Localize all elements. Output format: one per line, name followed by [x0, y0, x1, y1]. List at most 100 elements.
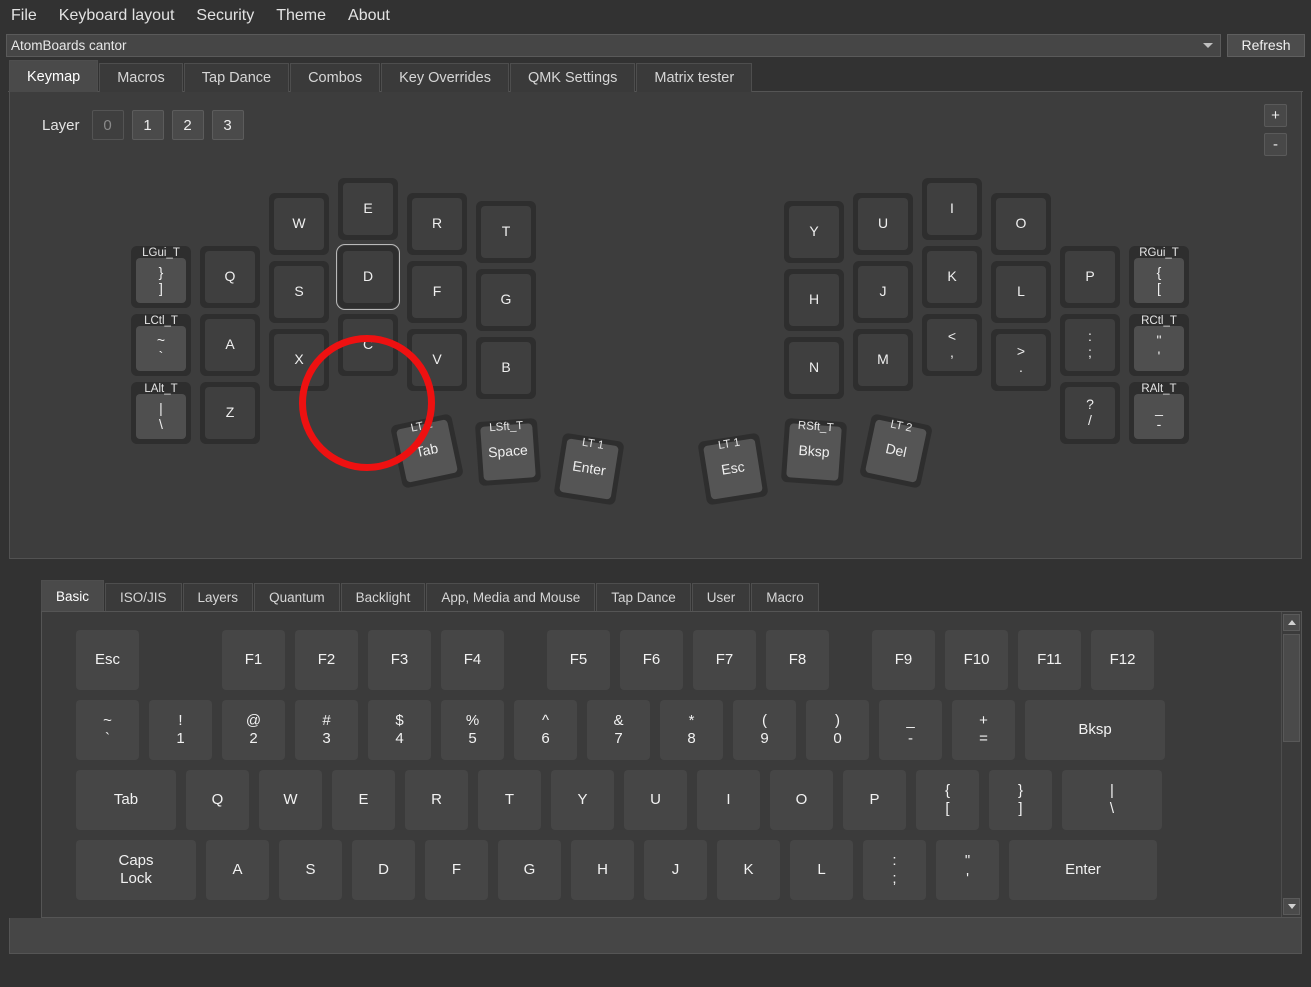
picker-key--3[interactable]: #3 — [295, 700, 358, 760]
tab-matrix-tester[interactable]: Matrix tester — [636, 63, 753, 92]
picker-key--7[interactable]: & 7 — [587, 700, 650, 760]
keycap-rgui_t[interactable]: RGui_T{[ — [1129, 246, 1189, 308]
picker-tab-backlight[interactable]: Backlight — [340, 583, 426, 611]
picker-key-t[interactable]: T — [478, 770, 541, 830]
picker-key-o[interactable]: O — [770, 770, 833, 830]
keycap-w[interactable]: W — [269, 193, 329, 255]
keycap-h[interactable]: H — [784, 269, 844, 331]
picker-key--[interactable]: :; — [863, 840, 926, 900]
picker-key-u[interactable]: U — [624, 770, 687, 830]
keycap-lt1_esc[interactable]: LT 1 Esc — [697, 432, 769, 506]
picker-key--5[interactable]: % 5 — [441, 700, 504, 760]
picker-tab-iso-jis[interactable]: ISO/JIS — [105, 583, 182, 611]
picker-key--1[interactable]: ! 1 — [149, 700, 212, 760]
keycap-lctl_t[interactable]: LCtl_T ~ ` — [131, 314, 191, 376]
keycap-k[interactable]: K — [922, 246, 982, 308]
keycap-p[interactable]: P — [1060, 246, 1120, 308]
keycap-lsft_t_space[interactable]: LSft_T Space — [474, 417, 542, 487]
picker-key--[interactable]: | \ — [1062, 770, 1162, 830]
keycap-rctl_t[interactable]: RCtl_T " ' — [1129, 314, 1189, 376]
picker-key--0[interactable]: ) 0 — [806, 700, 869, 760]
picker-key--[interactable]: + = — [952, 700, 1015, 760]
keycap-comma[interactable]: <, — [922, 314, 982, 376]
scroll-up-button[interactable] — [1283, 614, 1300, 631]
keycap-c[interactable]: C — [338, 314, 398, 376]
picker-key-p[interactable]: P — [843, 770, 906, 830]
picker-key-f[interactable]: F — [425, 840, 488, 900]
keycap-l[interactable]: L — [991, 261, 1051, 323]
menu-item-about[interactable]: About — [347, 5, 391, 27]
keycap-t[interactable]: T — [476, 201, 536, 263]
keycap-o[interactable]: O — [991, 193, 1051, 255]
tab-tap-dance[interactable]: Tap Dance — [183, 63, 290, 92]
picker-key-f11[interactable]: F11 — [1018, 630, 1081, 690]
keycap-f[interactable]: F — [407, 261, 467, 323]
picker-key-s[interactable]: S — [279, 840, 342, 900]
keycap-lt2_del[interactable]: LT 2 Del — [859, 413, 933, 489]
keycap-n[interactable]: N — [784, 337, 844, 399]
keycap-slash[interactable]: ? / — [1060, 382, 1120, 444]
keycap-d[interactable]: D — [336, 244, 400, 310]
tab-qmk-settings[interactable]: QMK Settings — [509, 63, 636, 92]
picker-key--9[interactable]: (9 — [733, 700, 796, 760]
device-combobox[interactable]: AtomBoards cantor — [6, 33, 1221, 57]
menu-item-keyboard-layout[interactable]: Keyboard layout — [58, 5, 176, 27]
picker-key-j[interactable]: J — [644, 840, 707, 900]
keycap-y[interactable]: Y — [784, 201, 844, 263]
picker-key-f7[interactable]: F7 — [693, 630, 756, 690]
picker-tab-tap-dance[interactable]: Tap Dance — [596, 583, 691, 611]
keycap-e[interactable]: E — [338, 178, 398, 240]
keycap-rsft_t_bksp[interactable]: RSft_T Bksp — [780, 417, 848, 487]
picker-key-i[interactable]: I — [697, 770, 760, 830]
keycap-lt1_enter[interactable]: LT 1 Enter — [553, 432, 625, 506]
keycap-i[interactable]: I — [922, 178, 982, 240]
keycap-v[interactable]: V — [407, 329, 467, 391]
keycap-z[interactable]: Z — [200, 382, 260, 444]
picker-key-q[interactable]: Q — [186, 770, 249, 830]
menu-item-file[interactable]: File — [10, 5, 38, 27]
picker-key-f4[interactable]: F4 — [441, 630, 504, 690]
picker-tab-quantum[interactable]: Quantum — [254, 583, 340, 611]
picker-key--8[interactable]: * 8 — [660, 700, 723, 760]
picker-key--4[interactable]: $4 — [368, 700, 431, 760]
keycap-s[interactable]: S — [269, 261, 329, 323]
keycap-ralt_t[interactable]: RAlt_T _ - — [1129, 382, 1189, 444]
menu-item-security[interactable]: Security — [195, 5, 255, 27]
refresh-button[interactable]: Refresh — [1227, 33, 1305, 57]
tab-keymap[interactable]: Keymap — [9, 60, 99, 92]
keycap-dot[interactable]: >. — [991, 329, 1051, 391]
picker-key--[interactable]: }] — [989, 770, 1052, 830]
keycap-lalt_t[interactable]: LAlt_T | \ — [131, 382, 191, 444]
keycap-a[interactable]: A — [200, 314, 260, 376]
picker-key-a[interactable]: A — [206, 840, 269, 900]
scroll-down-button[interactable] — [1283, 898, 1300, 915]
picker-tab-layers[interactable]: Layers — [182, 583, 254, 611]
picker-key-f10[interactable]: F10 — [945, 630, 1008, 690]
picker-key-l[interactable]: L — [790, 840, 853, 900]
picker-key-f6[interactable]: F6 — [620, 630, 683, 690]
tab-combos[interactable]: Combos — [290, 63, 381, 92]
picker-key--[interactable]: ~ ` — [76, 700, 139, 760]
menu-item-theme[interactable]: Theme — [275, 5, 327, 27]
picker-key-enter[interactable]: Enter — [1009, 840, 1157, 900]
key-picker-scrollbar[interactable] — [1281, 612, 1301, 917]
picker-key-r[interactable]: R — [405, 770, 468, 830]
picker-tab-app-media-and-mouse[interactable]: App, Media and Mouse — [426, 583, 596, 611]
scrollbar-track[interactable] — [1283, 631, 1300, 898]
keycap-j[interactable]: J — [853, 261, 913, 323]
keycap-m[interactable]: M — [853, 329, 913, 391]
picker-key--[interactable]: _ - — [879, 700, 942, 760]
tab-macros[interactable]: Macros — [99, 63, 183, 92]
keycap-r[interactable]: R — [407, 193, 467, 255]
picker-key-f12[interactable]: F12 — [1091, 630, 1154, 690]
keycap-q[interactable]: Q — [200, 246, 260, 308]
keycap-g[interactable]: G — [476, 269, 536, 331]
keycap-lgui_t[interactable]: LGui_T}] — [131, 246, 191, 308]
picker-key-k[interactable]: K — [717, 840, 780, 900]
picker-tab-macro[interactable]: Macro — [751, 583, 819, 611]
picker-key-e[interactable]: E — [332, 770, 395, 830]
scrollbar-thumb[interactable] — [1283, 634, 1300, 742]
picker-key-f9[interactable]: F9 — [872, 630, 935, 690]
picker-key-d[interactable]: D — [352, 840, 415, 900]
keycap-semi[interactable]: :; — [1060, 314, 1120, 376]
